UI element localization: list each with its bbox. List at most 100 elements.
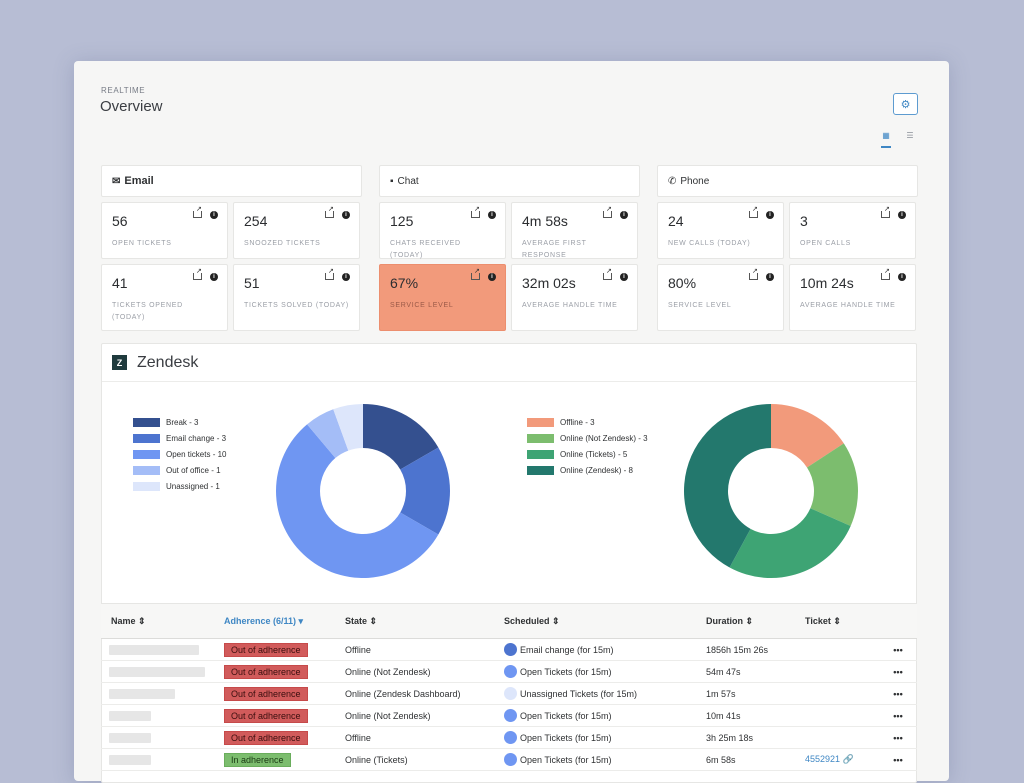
info-icon[interactable]: i bbox=[342, 211, 350, 219]
share-icon[interactable] bbox=[603, 267, 612, 280]
legend-swatch bbox=[527, 433, 554, 443]
share-icon[interactable] bbox=[603, 205, 612, 218]
scheduled-activity: Open Tickets (for 15m) bbox=[520, 732, 612, 743]
adherence-badge: Out of adherence bbox=[224, 686, 308, 701]
email-cards: 56OPEN TICKETSi254SNOOZED TICKETSi41TICK… bbox=[101, 202, 362, 331]
email-section: ✉Email 56OPEN TICKETSi254SNOOZED TICKETS… bbox=[101, 165, 362, 331]
info-icon[interactable]: i bbox=[210, 211, 218, 219]
info-icon[interactable]: i bbox=[620, 211, 628, 219]
scheduled-activity: Open Tickets (for 15m) bbox=[520, 754, 612, 765]
info-icon[interactable]: i bbox=[342, 273, 350, 281]
agent-name-redacted bbox=[101, 754, 224, 765]
row-more-button[interactable]: ••• bbox=[883, 711, 913, 721]
info-icon[interactable]: i bbox=[620, 273, 628, 281]
info-icon[interactable]: i bbox=[488, 211, 496, 219]
share-icon[interactable] bbox=[749, 205, 758, 218]
table-row[interactable]: Out of adherence Online (Not Zendesk) Open… bbox=[101, 661, 917, 683]
share-icon[interactable] bbox=[193, 205, 202, 218]
email-metric-card: 56OPEN TICKETSi bbox=[101, 202, 228, 259]
row-more-button[interactable]: ••• bbox=[883, 755, 913, 765]
chat-bubble-icon: ▪ bbox=[390, 175, 394, 187]
col-ticket[interactable]: Ticket ⇕ bbox=[805, 616, 883, 627]
legend-item[interactable]: Online (Zendesk) - 8 bbox=[527, 462, 648, 478]
legend-label: Online (Not Zendesk) - 3 bbox=[560, 433, 648, 443]
legend-swatch bbox=[133, 433, 160, 443]
donut-slice-online-tickets[interactable] bbox=[729, 508, 851, 578]
agent-state: Online (Zendesk Dashboard) bbox=[345, 688, 461, 699]
row-more-button[interactable]: ••• bbox=[883, 645, 913, 655]
scheduled-activity: Email change (for 15m) bbox=[520, 644, 614, 655]
legend-label: Offline - 3 bbox=[560, 417, 595, 427]
state-donut-chart bbox=[684, 404, 858, 578]
info-icon[interactable]: i bbox=[898, 211, 906, 219]
share-icon[interactable] bbox=[881, 267, 890, 280]
col-scheduled[interactable]: Scheduled ⇕ bbox=[504, 616, 706, 627]
share-icon[interactable] bbox=[325, 267, 334, 280]
phone-cards: 24NEW CALLS (TODAY)i3OPEN CALLSi80%SERVI… bbox=[657, 202, 918, 331]
state-legend: Offline - 3 Online (Not Zendesk) - 3 Onlin… bbox=[527, 414, 648, 478]
agent-state: Online (Not Zendesk) bbox=[345, 710, 431, 721]
legend-item[interactable]: Out of office - 1 bbox=[133, 462, 226, 478]
table-body: Out of adherence Offline Email change (for… bbox=[101, 639, 917, 771]
legend-item[interactable]: Unassigned - 1 bbox=[133, 478, 226, 494]
chat-metric-card: 67%SERVICE LEVELi bbox=[379, 264, 506, 331]
activity-color-dot bbox=[504, 731, 517, 744]
grid-view-button[interactable]: ▦ bbox=[879, 131, 893, 151]
phone-metric-card: 80%SERVICE LEVELi bbox=[657, 264, 784, 331]
share-icon[interactable] bbox=[471, 267, 480, 280]
zendesk-logo-icon: Z bbox=[112, 355, 127, 370]
gear-icon: ⚙ bbox=[900, 98, 911, 111]
share-icon[interactable] bbox=[749, 267, 758, 280]
info-icon[interactable]: i bbox=[766, 273, 774, 281]
duration: 54m 47s bbox=[706, 666, 741, 677]
share-icon[interactable] bbox=[471, 205, 480, 218]
duration: 1m 57s bbox=[706, 688, 736, 699]
legend-item[interactable]: Offline - 3 bbox=[527, 414, 648, 430]
envelope-icon: ✉ bbox=[112, 175, 121, 187]
activity-color-dot bbox=[504, 709, 517, 722]
legend-item[interactable]: Break - 3 bbox=[133, 414, 226, 430]
adherence-badge: In adherence bbox=[224, 752, 291, 767]
list-view-icon: ☰ bbox=[906, 131, 914, 140]
ticket-link[interactable]: 4552921 🔗 bbox=[805, 754, 854, 764]
row-more-button[interactable]: ••• bbox=[883, 689, 913, 699]
row-more-button[interactable]: ••• bbox=[883, 667, 913, 677]
overview-window: REALTIME Overview ⚙ ▦ ☰ ✉ Email 56 OPEN TI… bbox=[74, 61, 949, 783]
table-row[interactable]: Out of adherence Online (Zendesk Dashboar… bbox=[101, 683, 917, 705]
table-row[interactable]: Out of adherence Offline Open Tickets (for… bbox=[101, 727, 917, 749]
table-row[interactable]: Out of adherence Online (Not Zendesk) Open… bbox=[101, 705, 917, 727]
info-icon[interactable]: i bbox=[210, 273, 218, 281]
page-title: Overview bbox=[100, 98, 163, 115]
settings-button[interactable]: ⚙ bbox=[893, 93, 918, 115]
agent-state: Online (Not Zendesk) bbox=[345, 666, 431, 677]
info-icon[interactable]: i bbox=[488, 273, 496, 281]
share-icon[interactable] bbox=[881, 205, 890, 218]
phone-metric-card: 3OPEN CALLSi bbox=[789, 202, 916, 259]
email-header: ✉ Email bbox=[101, 165, 362, 197]
duration: 6m 58s bbox=[706, 754, 736, 765]
info-icon[interactable]: i bbox=[898, 273, 906, 281]
col-state[interactable]: State ⇕ bbox=[345, 616, 504, 627]
metric-label: CHATS RECEIVED (TODAY) bbox=[390, 240, 461, 259]
share-icon[interactable] bbox=[325, 205, 334, 218]
email-metric-card: 254SNOOZED TICKETSi bbox=[233, 202, 360, 259]
info-icon[interactable]: i bbox=[766, 211, 774, 219]
legend-item[interactable]: Open tickets - 10 bbox=[133, 446, 226, 462]
legend-label: Online (Zendesk) - 8 bbox=[560, 465, 633, 475]
col-duration[interactable]: Duration ⇕ bbox=[706, 616, 805, 627]
share-icon[interactable] bbox=[193, 267, 202, 280]
zendesk-title: Zendesk bbox=[137, 353, 199, 371]
chat-label: Chat bbox=[397, 175, 419, 187]
legend-item[interactable]: Online (Not Zendesk) - 3 bbox=[527, 430, 648, 446]
table-row[interactable]: Out of adherence Offline Email change (for… bbox=[101, 639, 917, 661]
scheduled-legend: Break - 3 Email change - 3 Open tickets - … bbox=[133, 414, 226, 494]
col-adherence[interactable]: Adherence (6/11) ▾ bbox=[224, 616, 345, 627]
metric-label: SERVICE LEVEL bbox=[668, 302, 732, 309]
legend-item[interactable]: Online (Tickets) - 5 bbox=[527, 446, 648, 462]
agent-name-redacted bbox=[101, 710, 224, 721]
row-more-button[interactable]: ••• bbox=[883, 733, 913, 743]
list-view-button[interactable]: ☰ bbox=[903, 131, 917, 151]
legend-item[interactable]: Email change - 3 bbox=[133, 430, 226, 446]
col-name[interactable]: Name ⇕ bbox=[101, 616, 224, 627]
email-label: Email bbox=[124, 175, 154, 187]
